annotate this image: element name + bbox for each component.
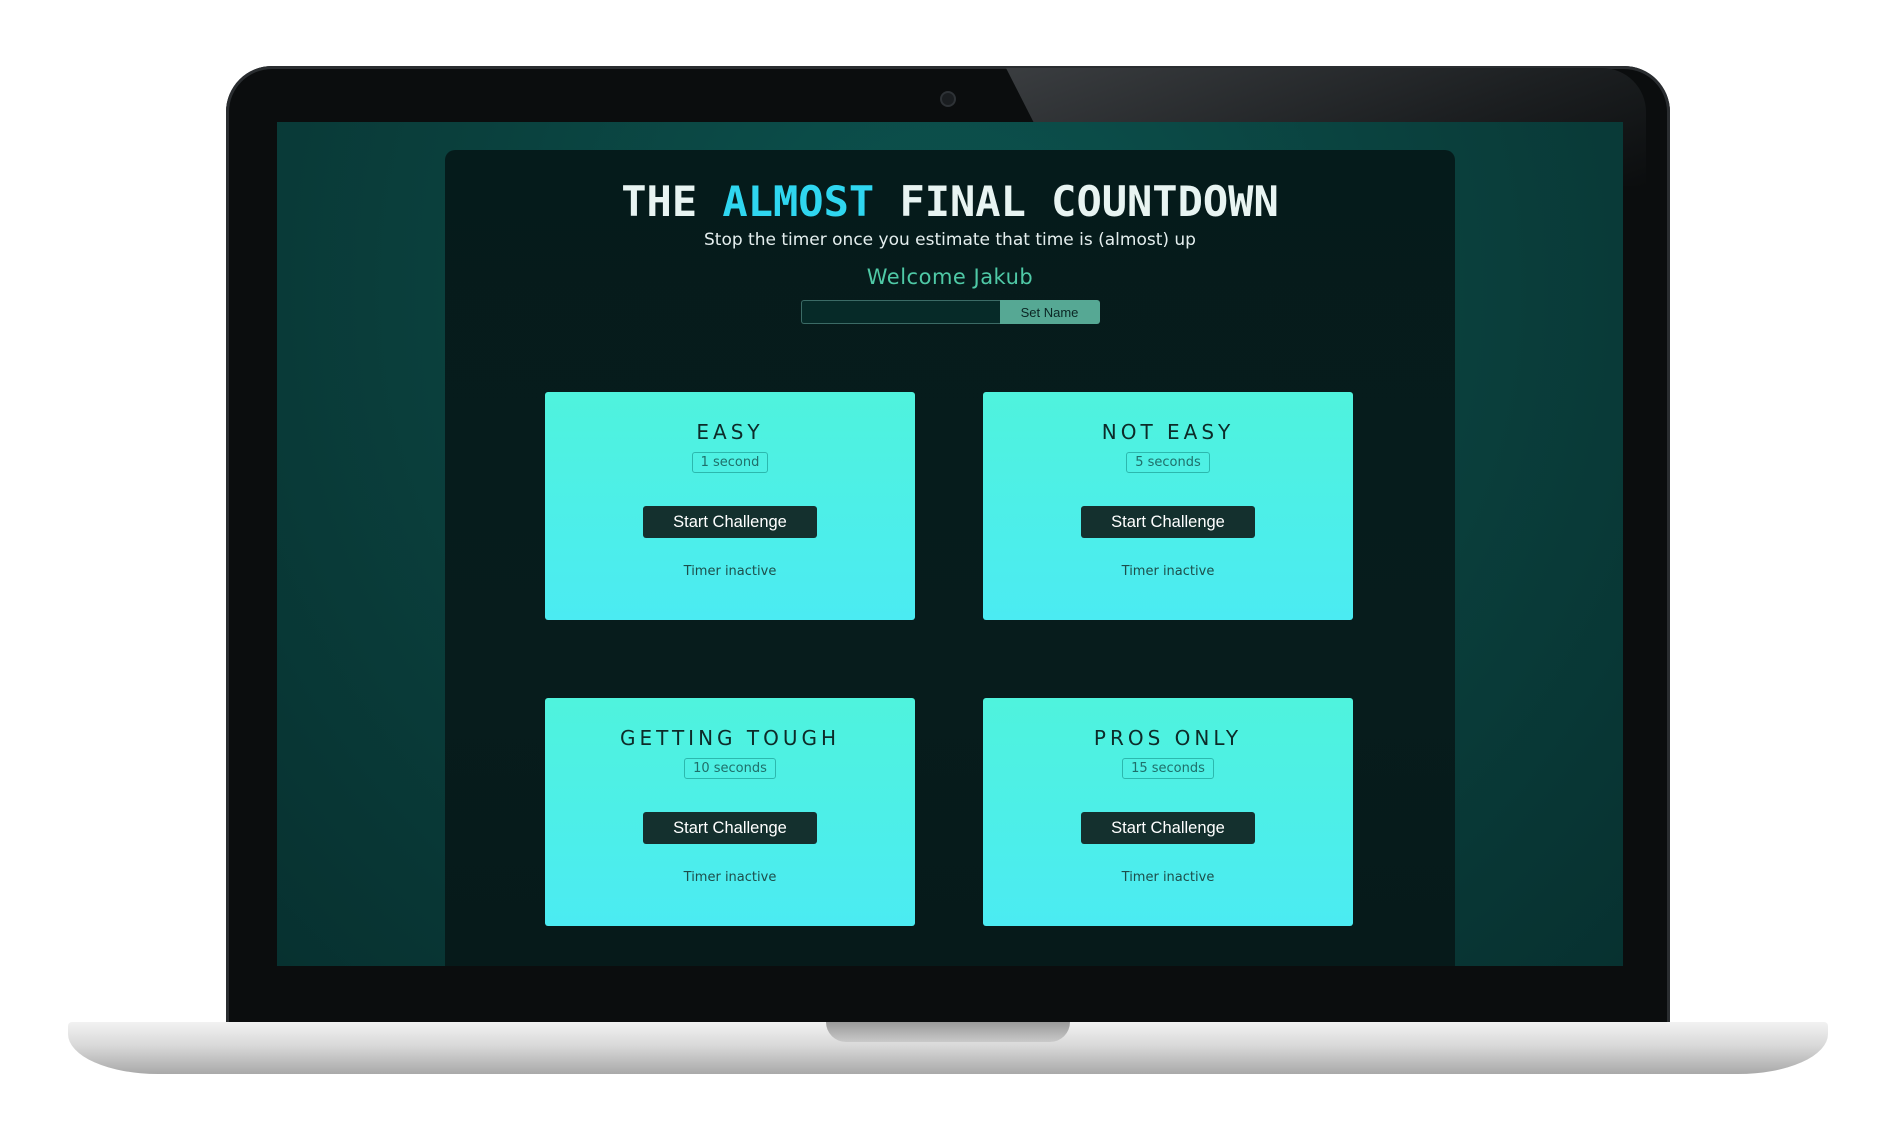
challenge-card-pros-only: PROS ONLY 15 seconds Start Challenge Tim… xyxy=(983,698,1353,926)
app-panel: THE ALMOST FINAL COUNTDOWN Stop the time… xyxy=(445,150,1455,966)
challenge-card-getting-tough: GETTING TOUGH 10 seconds Start Challenge… xyxy=(545,698,915,926)
challenge-title: PROS ONLY xyxy=(1093,726,1243,750)
name-input[interactable] xyxy=(800,300,1000,324)
start-challenge-button[interactable]: Start Challenge xyxy=(643,506,817,538)
challenge-grid: EASY 1 second Start Challenge Timer inac… xyxy=(545,392,1355,926)
laptop-base-notch xyxy=(826,1022,1070,1042)
title-accent: ALMOST xyxy=(722,177,875,226)
challenge-title: NOT EASY xyxy=(1101,420,1235,444)
challenge-duration-badge: 1 second xyxy=(691,452,769,473)
title-prefix: THE xyxy=(621,177,698,226)
start-challenge-button[interactable]: Start Challenge xyxy=(643,812,817,844)
set-name-button[interactable]: Set Name xyxy=(999,300,1100,324)
page-subtitle: Stop the timer once you estimate that ti… xyxy=(704,230,1196,250)
challenge-duration-badge: 10 seconds xyxy=(684,758,776,779)
challenge-title: GETTING TOUGH xyxy=(619,726,841,750)
laptop-screen: THE ALMOST FINAL COUNTDOWN Stop the time… xyxy=(277,122,1623,966)
challenge-title: EASY xyxy=(696,420,764,444)
name-form: Set Name xyxy=(800,300,1100,324)
timer-status: Timer inactive xyxy=(683,870,777,885)
challenge-duration-badge: 5 seconds xyxy=(1126,452,1210,473)
webcam-icon xyxy=(942,93,954,105)
challenge-card-easy: EASY 1 second Start Challenge Timer inac… xyxy=(545,392,915,620)
challenge-duration-badge: 15 seconds xyxy=(1122,758,1214,779)
start-challenge-button[interactable]: Start Challenge xyxy=(1081,506,1255,538)
page-title: THE ALMOST FINAL COUNTDOWN xyxy=(445,150,1455,226)
timer-status: Timer inactive xyxy=(1121,870,1215,885)
title-suffix: FINAL COUNTDOWN xyxy=(899,177,1279,226)
timer-status: Timer inactive xyxy=(1121,564,1215,579)
challenge-card-not-easy: NOT EASY 5 seconds Start Challenge Timer… xyxy=(983,392,1353,620)
start-challenge-button[interactable]: Start Challenge xyxy=(1081,812,1255,844)
timer-status: Timer inactive xyxy=(683,564,777,579)
welcome-message: Welcome Jakub xyxy=(866,265,1034,289)
